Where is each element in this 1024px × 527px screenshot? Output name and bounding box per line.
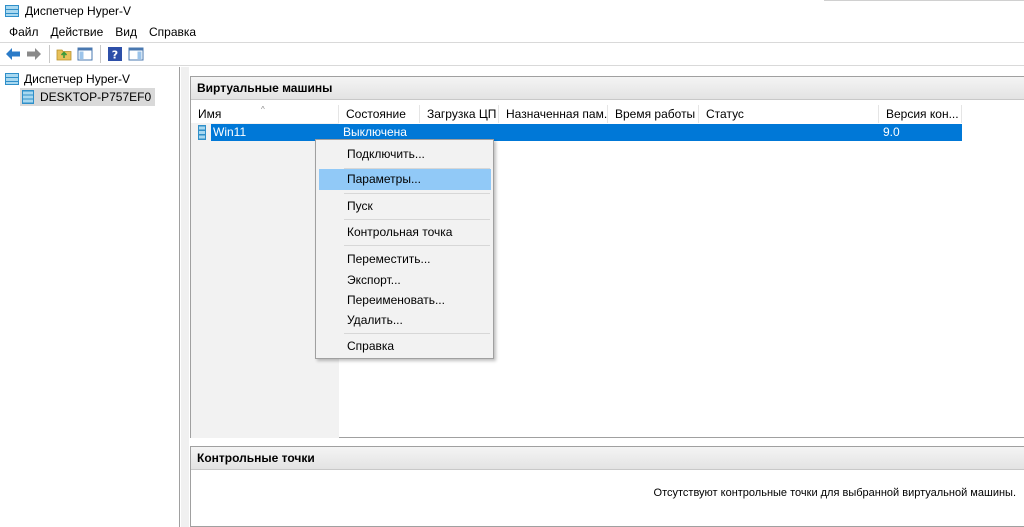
table-header: Имя ^ Состояние Загрузка ЦП Назначенная …	[191, 105, 1024, 123]
menu-item-start[interactable]: Пуск	[319, 196, 491, 217]
empty-checkpoints-message: Отсутствуют контрольные точки для выбран…	[653, 487, 1016, 499]
pane-splitter[interactable]	[181, 67, 189, 527]
server-icon	[22, 90, 34, 104]
toolbar-separator	[49, 45, 50, 63]
console-tree: Диспетчер Hyper-V DESKTOP-P757EF0	[0, 67, 180, 527]
forward-button[interactable]	[24, 44, 44, 64]
menu-item-delete[interactable]: Удалить...	[319, 310, 491, 331]
menu-item-connect[interactable]: Подключить...	[319, 144, 491, 165]
menu-bar: Файл Действие Вид Справка	[0, 22, 1024, 42]
menu-item-settings[interactable]: Параметры...	[319, 169, 491, 190]
checkpoints-panel: Контрольные точки Отсутствуют контрольны…	[190, 446, 1024, 527]
column-header-version[interactable]: Версия кон...	[879, 105, 962, 123]
tree-item-hyper-v-manager[interactable]: Диспетчер Hyper-V	[4, 71, 130, 87]
menu-separator	[344, 333, 490, 334]
folder-up-icon	[56, 49, 72, 61]
menu-item-help[interactable]: Справка	[319, 336, 491, 357]
menu-item-export[interactable]: Экспорт...	[319, 270, 491, 291]
help-icon: ?	[108, 47, 122, 62]
menu-view[interactable]: Вид	[109, 22, 143, 42]
tree-item-label: DESKTOP-P757EF0	[40, 90, 152, 104]
toolbar-separator	[100, 45, 101, 63]
menu-separator	[344, 245, 490, 246]
context-menu: Подключить... Параметры... Пуск Контроль…	[315, 139, 494, 359]
column-header-memory[interactable]: Назначенная пам...	[499, 105, 608, 123]
tree-item-server[interactable]: DESKTOP-P757EF0	[20, 88, 156, 106]
column-header-name[interactable]: Имя ^	[191, 105, 339, 123]
window-title: Диспетчер Hyper-V	[25, 4, 132, 18]
column-header-state[interactable]: Состояние	[339, 105, 420, 123]
menu-help[interactable]: Справка	[143, 22, 202, 42]
cell-version: 9.0	[883, 125, 900, 139]
toolbar: ?	[0, 42, 1024, 66]
menu-separator	[344, 219, 490, 220]
column-header-status[interactable]: Статус	[699, 105, 879, 123]
menu-item-checkpoint[interactable]: Контрольная точка	[319, 222, 491, 243]
forward-arrow-icon	[27, 48, 41, 60]
hyper-v-manager-icon	[5, 73, 19, 85]
cell-status	[701, 124, 881, 141]
menu-item-rename[interactable]: Переименовать...	[319, 290, 491, 311]
show-hide-console-tree-button[interactable]	[75, 44, 95, 64]
title-bar: Диспетчер Hyper-V	[0, 0, 1024, 22]
back-arrow-icon	[6, 48, 20, 60]
menu-separator	[344, 193, 490, 194]
action-pane-icon	[128, 47, 144, 61]
help-button[interactable]: ?	[105, 44, 125, 64]
hyper-v-manager-icon	[5, 5, 19, 17]
title-bar-edge	[824, 0, 1024, 1]
sort-ascending-icon: ^	[261, 105, 265, 114]
column-header-uptime[interactable]: Время работы	[608, 105, 699, 123]
cell-uptime	[610, 124, 701, 141]
menu-item-move[interactable]: Переместить...	[319, 249, 491, 270]
back-button[interactable]	[3, 44, 23, 64]
show-hide-action-pane-button[interactable]	[126, 44, 146, 64]
panel-title: Контрольные точки	[191, 447, 1024, 470]
cell-memory	[501, 124, 610, 141]
svg-text:?: ?	[112, 49, 118, 62]
menu-action[interactable]: Действие	[45, 22, 110, 42]
virtual-machine-icon	[198, 125, 206, 140]
up-one-level-button[interactable]	[54, 44, 74, 64]
tree-item-label: Диспетчер Hyper-V	[24, 72, 131, 86]
column-header-cpu[interactable]: Загрузка ЦП	[420, 105, 499, 123]
show-hide-console-tree-icon	[77, 47, 93, 61]
menu-file[interactable]: Файл	[3, 22, 45, 42]
panel-title: Виртуальные машины	[191, 77, 1024, 100]
